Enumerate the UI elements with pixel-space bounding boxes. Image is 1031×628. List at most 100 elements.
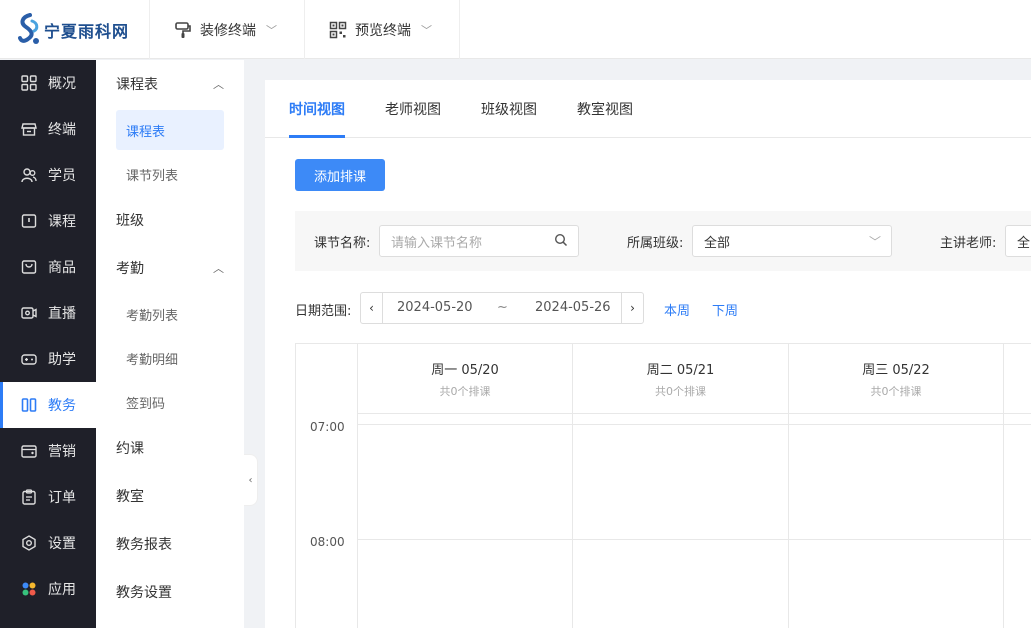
brand-logo[interactable]: 宁夏雨科网: [0, 0, 150, 59]
sidebar-item-apps[interactable]: 应用: [0, 566, 96, 612]
dashboard-icon: [20, 74, 38, 92]
tab-time-view[interactable]: 时间视图: [289, 80, 345, 138]
submenu-group-label: 教室: [116, 489, 144, 505]
main-sidebar: 概况 终端 学员 课程 商品 直播 助学 教务 营销 订单 设置 应用: [0, 60, 96, 628]
submenu-group-attendance[interactable]: 考勤 ︿: [96, 244, 244, 292]
sidebar-item-marketing[interactable]: 营销: [0, 428, 96, 474]
chevron-down-icon: ﹀: [868, 235, 881, 249]
date-end: 2024-05-26: [535, 300, 611, 315]
top-menu-decorate[interactable]: 装修终端 ﹀: [150, 0, 305, 59]
users-icon: [20, 166, 38, 184]
sidebar-item-label: 营销: [48, 444, 76, 460]
sidebar-item-students[interactable]: 学员: [0, 152, 96, 198]
date-separator: ~: [497, 300, 508, 315]
brand-logo-icon: [18, 12, 39, 44]
sidebar-item-overview[interactable]: 概况: [0, 60, 96, 106]
sidebar-item-label: 概况: [48, 76, 76, 92]
add-schedule-button[interactable]: 添加排课: [295, 159, 385, 191]
date-start: 2024-05-20: [397, 300, 473, 315]
chevron-up-icon: ︿: [213, 262, 224, 275]
date-range-picker[interactable]: ‹ 2024-05-20 ~ 2024-05-26 ›: [360, 292, 644, 324]
submenu-item-attendance-list[interactable]: 考勤列表: [96, 292, 244, 336]
search-icon: [554, 233, 568, 250]
live-icon: [20, 304, 38, 322]
day-title: 周一 05/20: [431, 363, 499, 378]
store-icon: [20, 120, 38, 138]
teacher-select[interactable]: 全: [1005, 225, 1031, 257]
wallet-icon: [20, 442, 38, 460]
sidebar-collapse-button[interactable]: ‹: [244, 454, 258, 506]
chevron-up-icon: ︿: [213, 78, 224, 91]
gamepad-icon: [20, 350, 38, 368]
day-title: 周二 05/21: [646, 363, 715, 378]
course-icon: [20, 212, 38, 230]
sidebar-item-assist[interactable]: 助学: [0, 336, 96, 382]
submenu-item-attendance-detail[interactable]: 考勤明细: [96, 336, 244, 380]
submenu-item-appointment[interactable]: 约课: [96, 424, 244, 472]
lesson-name-label: 课节名称:: [314, 236, 371, 251]
sidebar-item-label: 课程: [48, 214, 76, 230]
submenu-item-report[interactable]: 教务报表: [96, 520, 244, 568]
sidebar-item-courses[interactable]: 课程: [0, 198, 96, 244]
sidebar-item-academic[interactable]: 教务: [0, 382, 96, 428]
sidebar-item-label: 订单: [48, 490, 76, 506]
class-filter-label: 所属班级:: [627, 236, 684, 251]
sidebar-item-goods[interactable]: 商品: [0, 244, 96, 290]
sidebar-item-label: 应用: [48, 582, 76, 598]
time-label: 07:00: [310, 420, 345, 434]
class-select[interactable]: 全部 ﹀: [692, 225, 892, 257]
lesson-name-placeholder: 请输入课节名称: [391, 235, 483, 251]
qrcode-icon: [329, 21, 347, 39]
submenu-group-label: 教务报表: [116, 537, 172, 553]
sidebar-item-label: 终端: [48, 122, 76, 138]
top-menu-preview[interactable]: 预览终端 ﹀: [305, 0, 460, 59]
filter-bar: 课节名称: 请输入课节名称 所属班级: 全部 ﹀ 主讲老师: 全: [295, 211, 1031, 271]
submenu-group-label: 课程表: [116, 77, 158, 93]
date-range-row: 日期范围: ‹ 2024-05-20 ~ 2024-05-26 › 本周 下周: [295, 292, 795, 324]
teacher-select-value: 全: [1017, 235, 1031, 251]
submenu-group-label: 班级: [116, 213, 144, 229]
chevron-down-icon: ﹀: [421, 23, 432, 37]
day-count: 共0个排课: [870, 385, 922, 398]
submenu-group-label: 考勤: [116, 261, 144, 277]
next-week-button[interactable]: ›: [621, 293, 643, 323]
prev-week-button[interactable]: ‹: [361, 293, 383, 323]
lesson-name-input[interactable]: 请输入课节名称: [379, 225, 579, 257]
day-title: 周三 05/22: [862, 363, 930, 378]
sidebar-item-live[interactable]: 直播: [0, 290, 96, 336]
submenu-item-checkin-code[interactable]: 签到码: [96, 380, 244, 424]
brand-name: 宁夏雨科网: [44, 21, 130, 41]
submenu-item-settings[interactable]: 教务设置: [96, 568, 244, 616]
sidebar-item-label: 设置: [48, 536, 76, 552]
next-week-link[interactable]: 下周: [712, 300, 738, 319]
teacher-filter-label: 主讲老师:: [940, 236, 997, 251]
sidebar-item-label: 学员: [48, 168, 76, 184]
main-panel: 时间视图 老师视图 班级视图 教室视图 添加排课 课节名称: 请输入课节名称 所…: [265, 80, 1031, 628]
sidebar-item-label: 商品: [48, 260, 76, 276]
sidebar-item-orders[interactable]: 订单: [0, 474, 96, 520]
clipboard-icon: [20, 488, 38, 506]
submenu-group-schedule[interactable]: 课程表 ︿: [96, 60, 244, 108]
sidebar-item-settings[interactable]: 设置: [0, 520, 96, 566]
book-icon: [20, 396, 38, 414]
day-count: 共0个排课: [439, 385, 491, 398]
sidebar-item-label: 直播: [48, 306, 76, 322]
submenu-item-classroom[interactable]: 教室: [96, 472, 244, 520]
tab-teacher-view[interactable]: 老师视图: [385, 80, 441, 138]
day-header-wed: 周三 05/22 共0个排课: [789, 344, 1003, 414]
view-tabs: 时间视图 老师视图 班级视图 教室视图: [265, 80, 1031, 138]
tab-class-view[interactable]: 班级视图: [481, 80, 537, 138]
submenu-item-class[interactable]: 班级: [96, 196, 244, 244]
submenu-item-lessons[interactable]: 课节列表: [96, 152, 244, 196]
settings-icon: [20, 534, 38, 552]
goods-icon: [20, 258, 38, 276]
submenu-group-label: 约课: [116, 441, 144, 457]
submenu-item-schedule[interactable]: 课程表: [116, 110, 224, 150]
sidebar-item-label: 助学: [48, 352, 76, 368]
schedule-calendar: 周一 05/20 共0个排课 周二 05/21 共0个排课 周三 05/22 共…: [295, 343, 1031, 628]
this-week-link[interactable]: 本周: [664, 300, 690, 319]
chevron-left-icon: ‹: [248, 474, 253, 486]
day-count: 共0个排课: [655, 385, 706, 398]
tab-classroom-view[interactable]: 教室视图: [577, 80, 633, 138]
sidebar-item-terminal[interactable]: 终端: [0, 106, 96, 152]
